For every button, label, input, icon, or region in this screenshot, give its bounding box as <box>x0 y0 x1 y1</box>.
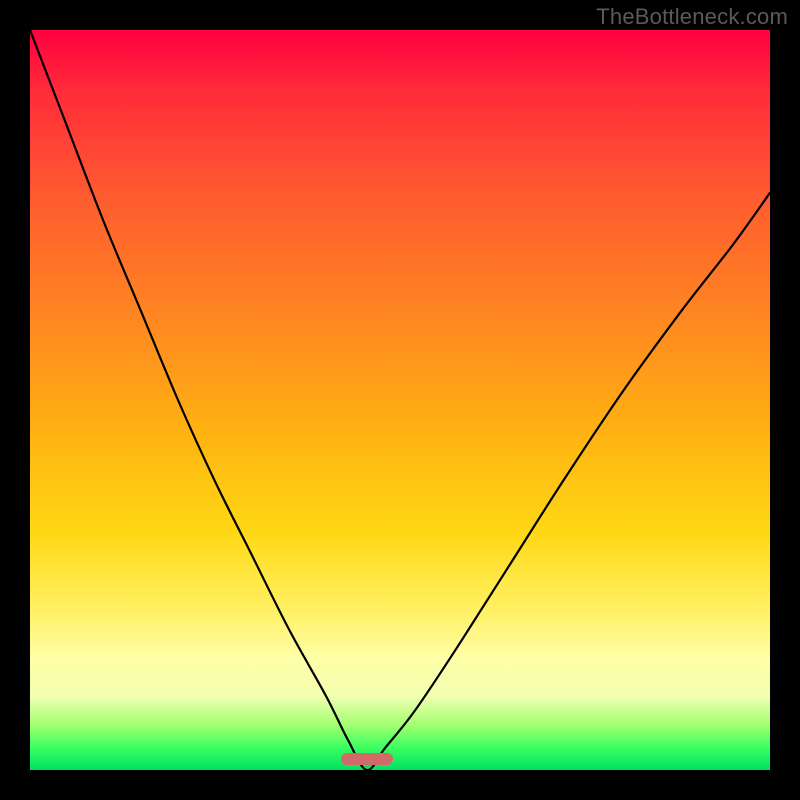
optimal-range-marker <box>341 753 393 765</box>
plot-area <box>30 30 770 770</box>
outer-frame: TheBottleneck.com <box>0 0 800 800</box>
watermark-text: TheBottleneck.com <box>596 4 788 30</box>
bottleneck-curve <box>30 30 770 770</box>
